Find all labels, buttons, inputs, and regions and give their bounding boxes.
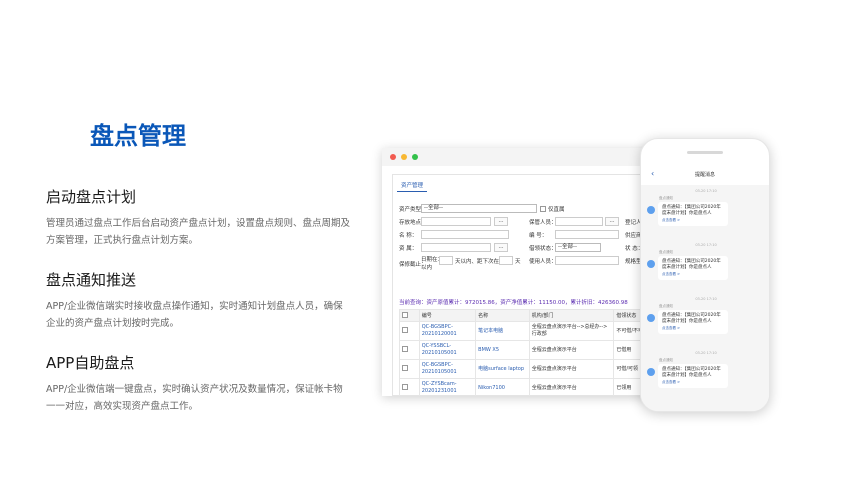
avatar-icon (647, 206, 655, 214)
code-label: 编 号： (529, 233, 548, 239)
phone-mockup: ‹ 提醒消息 03-20 17:10 盘点通知 盘点通知：【集团公司2020年度… (640, 138, 770, 412)
message-bubble[interactable]: 盘点通知：【集团公司2020年度末盘计划】你是盘点人 点击查看 > (658, 310, 728, 334)
message-sender: 盘点通知 (659, 250, 673, 254)
message-item[interactable]: 03-20 17:10 盘点通知 盘点通知：【集团公司2020年度末盘计划】你是… (647, 243, 765, 280)
asset-name-link[interactable]: 笔记本电脑 (475, 321, 530, 341)
row-select-cell[interactable] (399, 378, 420, 396)
message-text: 盘点通知：【集团公司2020年度末盘计划】你是盘点人 (662, 205, 721, 216)
category-select[interactable]: --全部-- (421, 204, 537, 213)
feature-description: APP/企业微信端实时接收盘点操作通知，实时通知计划盘点人员，确保企业的资产盘点… (46, 301, 343, 329)
keeper-label: 保管人员： (529, 220, 557, 226)
asset-name-link[interactable]: BMW X5 (475, 340, 530, 360)
days-label: 天以内、距下次在： (455, 259, 505, 265)
code-input[interactable] (555, 230, 619, 239)
message-bubble[interactable]: 盘点通知：【集团公司2020年度末盘计划】你是盘点人 点击查看 > (658, 202, 728, 226)
feature-description: 管理员通过盘点工作后台启动资产盘点计划，设置盘点规则、盘点周期及方案管理，正式执… (46, 218, 351, 246)
name-input[interactable] (421, 230, 509, 239)
message-time: 03-20 17:10 (695, 243, 717, 247)
location-picker-button[interactable]: ... (494, 217, 508, 226)
name-label: 名 称： (399, 233, 418, 239)
direct-checkbox[interactable] (540, 206, 546, 212)
message-item[interactable]: 03-20 17:10 盘点通知 盘点通知：【集团公司2020年度末盘计划】你是… (647, 189, 765, 226)
message-sender: 盘点通知 (659, 196, 673, 200)
days-input[interactable] (499, 256, 513, 265)
status-label: 借领状态： (529, 246, 557, 252)
owner-input[interactable] (421, 243, 491, 252)
feature-notification: 盘点通知推送 APP/企业微信端实时接收盘点操作通知，实时通知计划盘点人员，确保… (46, 269, 352, 332)
message-item[interactable]: 03-20 17:10 盘点通知 盘点通知：【集团公司2020年度末盘计划】你是… (647, 297, 765, 334)
message-time: 03-20 17:10 (695, 351, 717, 355)
row-select-cell[interactable] (399, 340, 420, 360)
minimize-dot-icon[interactable] (401, 154, 407, 160)
column-header[interactable]: 名称 (475, 309, 530, 322)
asset-name-link[interactable]: 电脑surface laptop (475, 359, 530, 379)
avatar-icon (647, 368, 655, 376)
phone-header-title: 提醒消息 (694, 172, 715, 178)
tab-asset-management[interactable]: 资产管理 (397, 179, 428, 192)
date-suffix: 以内 (421, 265, 433, 271)
message-sender: 盘点通知 (659, 358, 673, 362)
days2-label: 天 (515, 259, 521, 265)
feature-start-plan: 启动盘点计划 管理员通过盘点工作后台启动资产盘点计划，设置盘点规则、盘点周期及方… (46, 186, 352, 249)
column-header[interactable]: 机构/部门 (528, 309, 615, 322)
asset-department: 全程云盘点演示平台 (528, 359, 615, 379)
maximize-dot-icon[interactable] (412, 154, 418, 160)
message-time: 03-20 17:10 (695, 189, 717, 193)
row-select-cell[interactable] (399, 359, 420, 379)
feature-app-inventory: APP自助盘点 APP/企业微信端一键盘点，实时确认资产状况及数量情况，保证帐卡… (46, 352, 352, 415)
select-all-checkbox[interactable] (402, 311, 408, 318)
row-checkbox[interactable] (402, 326, 408, 333)
owner-picker-button[interactable]: ... (494, 243, 508, 252)
direct-checkbox-label: 仅直属 (548, 207, 565, 213)
status-select[interactable]: --全部-- (555, 243, 601, 252)
message-text: 盘点通知：【集团公司2020年度末盘计划】你是盘点人 (662, 313, 721, 324)
asset-name-link[interactable]: Nikon7100 (475, 378, 530, 396)
date-input[interactable] (439, 256, 453, 265)
view-link[interactable]: 点击查看 > (662, 271, 724, 277)
avatar-icon (647, 314, 655, 322)
row-checkbox[interactable] (402, 383, 408, 390)
avatar-icon (647, 260, 655, 268)
view-link[interactable]: 点击查看 > (662, 217, 724, 223)
user-input[interactable] (555, 256, 619, 265)
asset-code-link[interactable]: QC-BGSBPC-20210120001 (418, 321, 477, 341)
feature-title: APP自助盘点 (46, 354, 135, 372)
feature-description: APP/企业微信端一键盘点，实时确认资产状况及数量情况，保证帐卡物一一对应，高效… (46, 384, 343, 412)
phone-notch (687, 151, 723, 154)
owner-label: 资 属： (399, 246, 418, 252)
feature-title: 启动盘点计划 (46, 188, 137, 206)
message-list: 03-20 17:10 盘点通知 盘点通知：【集团公司2020年度末盘计划】你是… (641, 185, 769, 411)
message-bubble[interactable]: 盘点通知：【集团公司2020年度末盘计划】你是盘点人 点击查看 > (658, 256, 728, 280)
asset-department: 全程云盘点演示平台 (528, 378, 615, 396)
asset-department: 全程云盘点演示平台 (528, 340, 615, 360)
feature-title: 盘点通知推送 (46, 271, 137, 289)
message-text: 盘点通知：【集团公司2020年度末盘计划】你是盘点人 (662, 367, 721, 378)
row-select-cell[interactable] (399, 321, 420, 341)
select-all-header[interactable] (399, 309, 420, 322)
row-checkbox[interactable] (402, 345, 408, 352)
message-item[interactable]: 03-20 17:10 盘点通知 盘点通知：【集团公司2020年度末盘计划】你是… (647, 351, 765, 388)
view-link[interactable]: 点击查看 > (662, 325, 724, 331)
message-text: 盘点通知：【集团公司2020年度末盘计划】你是盘点人 (662, 259, 721, 270)
message-time: 03-20 17:10 (695, 297, 717, 301)
message-bubble[interactable]: 盘点通知：【集团公司2020年度末盘计划】你是盘点人 点击查看 > (658, 364, 728, 388)
summary-text: 当前查询：资产原值累计：972015.86，资产净值累计：11150.00，累计… (399, 300, 628, 306)
user-label: 使用人员： (529, 259, 557, 265)
asset-department: 全程云盘点演示平台-->总经办-->行政部 (528, 321, 615, 341)
asset-code-link[interactable]: QC-BGSBPC-20210105001 (418, 359, 477, 379)
location-input[interactable] (421, 217, 491, 226)
asset-code-link[interactable]: QC-YSSBCL-20210105001 (418, 340, 477, 360)
view-link[interactable]: 点击查看 > (662, 379, 724, 385)
row-checkbox[interactable] (402, 364, 408, 371)
keeper-picker-button[interactable]: ... (605, 217, 619, 226)
column-header[interactable]: 编号 (418, 309, 477, 322)
close-dot-icon[interactable] (390, 154, 396, 160)
asset-code-link[interactable]: QC-ZYSBcam-20201231001 (418, 378, 477, 396)
page-title: 盘点管理 (90, 122, 186, 150)
keeper-input[interactable] (555, 217, 603, 226)
message-sender: 盘点通知 (659, 304, 673, 308)
